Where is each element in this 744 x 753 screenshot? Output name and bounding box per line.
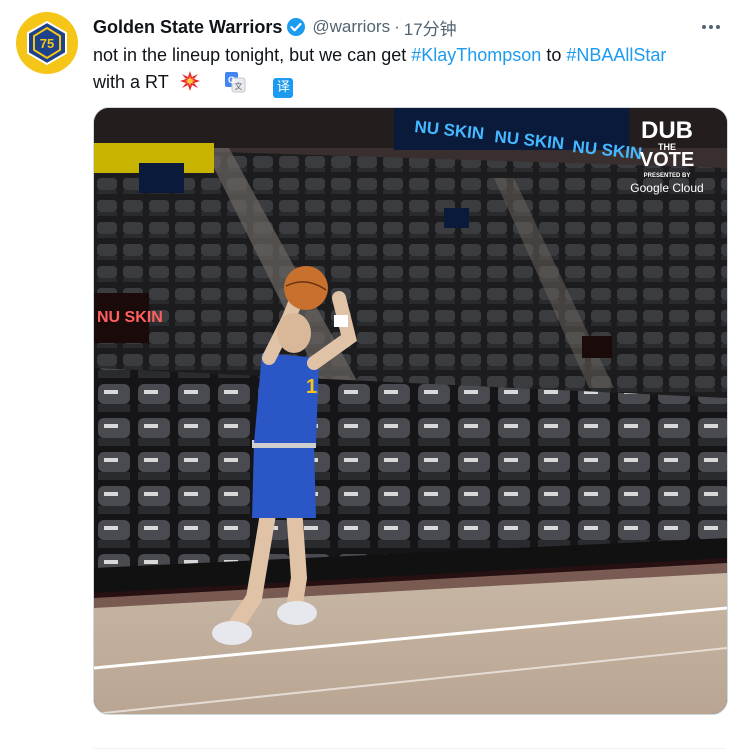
overlay-line3: VOTE bbox=[640, 149, 694, 171]
tweet-card[interactable]: 75 Golden State Warriors @warriors · 17分… bbox=[0, 0, 744, 753]
hashtag-nbaallstar[interactable]: #NBAAllStar bbox=[566, 45, 666, 65]
tweet-text-part3: with a RT bbox=[93, 72, 169, 92]
svg-text:1: 1 bbox=[306, 376, 317, 398]
google-translate-icon[interactable]: G 文 bbox=[224, 71, 246, 101]
collision-emoji-icon bbox=[179, 70, 201, 100]
separator-dot: · bbox=[394, 17, 400, 36]
handle[interactable]: @warriors bbox=[312, 17, 390, 37]
timestamp[interactable]: 17分钟 bbox=[404, 15, 457, 40]
arena-scene: NU SKIN NU SKIN NU SKIN NU SKIN 1 DUB TH… bbox=[94, 108, 727, 714]
overlay-line1: DUB bbox=[641, 117, 693, 144]
tweet-header: Golden State Warriors @warriors · 17分钟 bbox=[93, 14, 724, 40]
overlay-presented: PRESENTED BY bbox=[644, 173, 691, 179]
translate-button[interactable]: 译 bbox=[273, 78, 294, 98]
tweet-text-part2: to bbox=[541, 45, 567, 65]
verified-badge-icon bbox=[286, 17, 306, 37]
avatar[interactable]: 75 bbox=[16, 12, 78, 74]
side-board-text: NU SKIN bbox=[97, 309, 163, 326]
tweet-video[interactable]: NU SKIN NU SKIN NU SKIN NU SKIN 1 DUB TH… bbox=[93, 107, 728, 715]
svg-text:文: 文 bbox=[235, 81, 243, 91]
tweet-text-part1: not in the lineup tonight, but we can ge… bbox=[93, 45, 412, 65]
overlay-sponsor: Google Cloud bbox=[630, 181, 703, 195]
divider bbox=[93, 748, 726, 749]
more-options-icon[interactable] bbox=[698, 14, 724, 40]
display-name[interactable]: Golden State Warriors bbox=[93, 17, 282, 38]
svg-text:75: 75 bbox=[40, 36, 54, 51]
hashtag-klaythompson[interactable]: #KlayThompson bbox=[411, 45, 541, 65]
warriors-logo-icon: 75 bbox=[27, 20, 67, 66]
tweet-text: not in the lineup tonight, but we can ge… bbox=[93, 42, 723, 101]
dub-the-vote-logo: DUB THE VOTE PRESENTED BY Google Cloud bbox=[630, 117, 703, 195]
